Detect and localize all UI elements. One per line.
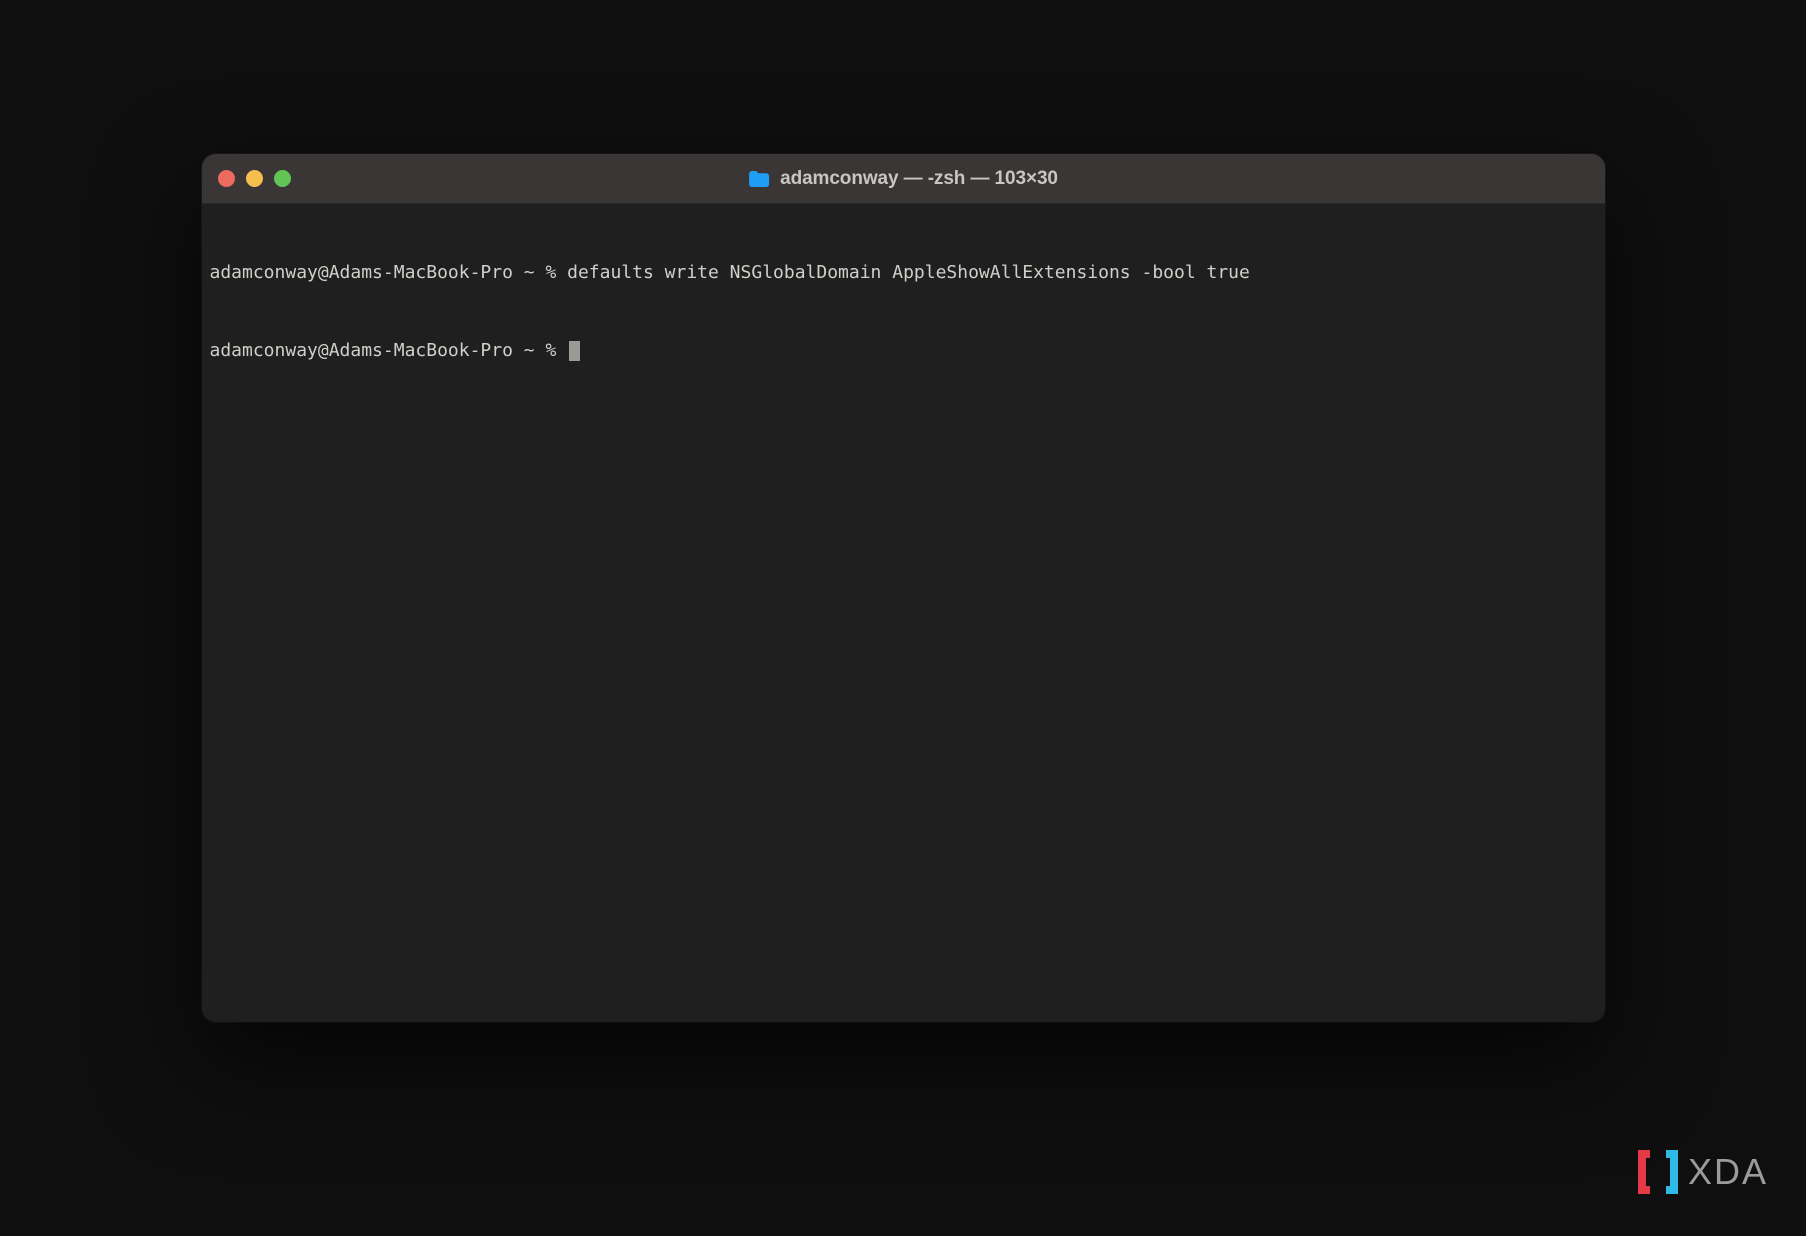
close-button[interactable] <box>218 170 235 187</box>
terminal-line: adamconway@Adams-MacBook-Pro ~ % <box>210 338 1597 364</box>
command-text: defaults write NSGlobalDomain AppleShowA… <box>567 262 1250 283</box>
prompt: adamconway@Adams-MacBook-Pro ~ % <box>210 340 568 361</box>
terminal-window: adamconway — -zsh — 103×30 adamconway@Ad… <box>202 154 1605 1022</box>
window-title: adamconway — -zsh — 103×30 <box>780 168 1058 190</box>
terminal-line: adamconway@Adams-MacBook-Pro ~ % default… <box>210 260 1597 286</box>
traffic-lights <box>218 170 291 187</box>
window-title-group: adamconway — -zsh — 103×30 <box>748 168 1058 190</box>
prompt: adamconway@Adams-MacBook-Pro ~ % <box>210 262 568 283</box>
maximize-button[interactable] <box>274 170 291 187</box>
xda-logo-icon <box>1636 1148 1680 1196</box>
watermark-text: XDA <box>1688 1151 1768 1193</box>
titlebar[interactable]: adamconway — -zsh — 103×30 <box>202 154 1605 204</box>
cursor <box>569 341 580 361</box>
terminal-body[interactable]: adamconway@Adams-MacBook-Pro ~ % default… <box>202 204 1605 1022</box>
folder-icon <box>748 170 770 188</box>
minimize-button[interactable] <box>246 170 263 187</box>
watermark: XDA <box>1636 1148 1768 1196</box>
